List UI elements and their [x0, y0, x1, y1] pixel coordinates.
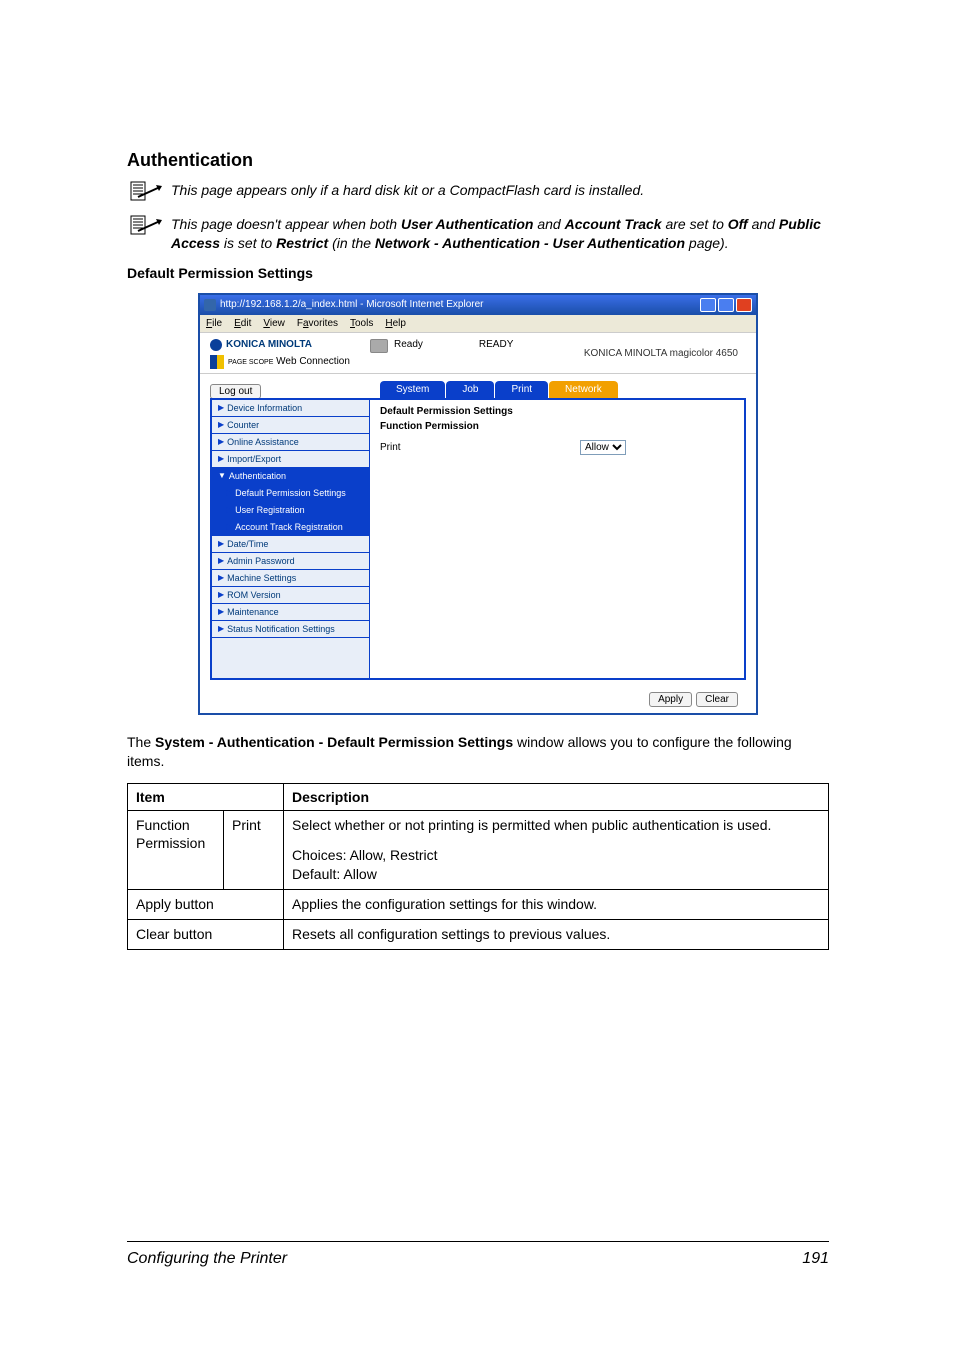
apply-button[interactable]: Apply	[649, 692, 692, 707]
cell-clear-desc: Resets all configuration settings to pre…	[284, 920, 829, 950]
tab-system[interactable]: System	[380, 381, 445, 398]
nav-default-permission[interactable]: ▶Default Permission Settings	[212, 485, 369, 502]
page-number: 191	[802, 1250, 829, 1268]
minimize-button[interactable]	[700, 298, 716, 312]
th-item: Item	[128, 783, 284, 810]
note-icon	[127, 181, 165, 203]
window-title: http://192.168.1.2/a_index.html - Micros…	[220, 299, 483, 310]
menu-help[interactable]: Help	[385, 318, 406, 329]
nav-account-track-reg[interactable]: ▶Account Track Registration	[212, 519, 369, 536]
browser-menubar: File Edit View Favorites Tools Help	[200, 315, 756, 333]
tab-print[interactable]: Print	[495, 381, 548, 398]
description-table: Item Description Function Permission Pri…	[127, 783, 829, 950]
nav-counter[interactable]: ▶Counter	[212, 417, 369, 434]
nav-date-time[interactable]: ▶Date/Time	[212, 536, 369, 553]
th-description: Description	[284, 783, 829, 810]
tab-job[interactable]: Job	[446, 381, 494, 398]
nav-maintenance[interactable]: ▶Maintenance	[212, 604, 369, 621]
nav-admin-password[interactable]: ▶Admin Password	[212, 553, 369, 570]
print-permission-select[interactable]: Allow	[580, 440, 626, 455]
nav-authentication[interactable]: ▼Authentication	[212, 468, 369, 485]
status-ready: Ready	[394, 339, 423, 350]
embedded-screenshot: http://192.168.1.2/a_index.html - Micros…	[198, 293, 758, 715]
cell-print-desc: Select whether or not printing is permit…	[284, 810, 829, 890]
cell-apply-button: Apply button	[128, 890, 284, 920]
subsection-heading: Default Permission Settings	[127, 265, 829, 281]
menu-file[interactable]: File	[206, 318, 222, 329]
content-subhead: Function Permission	[380, 421, 734, 432]
nav-machine-settings[interactable]: ▶Machine Settings	[212, 570, 369, 587]
note-1-text: This page appears only if a hard disk ki…	[165, 181, 644, 200]
nav-rom-version[interactable]: ▶ROM Version	[212, 587, 369, 604]
note-1: This page appears only if a hard disk ki…	[127, 181, 829, 203]
menu-edit[interactable]: Edit	[234, 318, 251, 329]
content-title: Default Permission Settings	[380, 406, 734, 417]
clear-button[interactable]: Clear	[696, 692, 738, 707]
printer-icon	[370, 339, 388, 353]
nav-user-registration[interactable]: ▶User Registration	[212, 502, 369, 519]
close-button[interactable]	[736, 298, 752, 312]
nav-status-notification[interactable]: ▶Status Notification Settings	[212, 621, 369, 638]
status-ready-caps: READY	[479, 339, 513, 350]
print-permission-label: Print	[380, 442, 580, 453]
nav-device-info[interactable]: ▶Device Information	[212, 400, 369, 417]
section-heading: Authentication	[127, 150, 829, 171]
brand-label: KONICA MINOLTA	[226, 339, 312, 350]
nav-import-export[interactable]: ▶Import/Export	[212, 451, 369, 468]
cell-apply-desc: Applies the configuration settings for t…	[284, 890, 829, 920]
body-paragraph: The System - Authentication - Default Pe…	[127, 733, 829, 771]
menu-tools[interactable]: Tools	[350, 318, 373, 329]
device-name: KONICA MINOLTA magicolor 4650	[584, 348, 746, 359]
window-titlebar: http://192.168.1.2/a_index.html - Micros…	[200, 295, 756, 315]
ie-icon	[204, 299, 216, 311]
menu-favorites[interactable]: Favorites	[297, 318, 338, 329]
cell-function-permission: Function Permission	[128, 810, 224, 890]
note-2: This page doesn't appear when both User …	[127, 215, 829, 253]
cell-print: Print	[224, 810, 284, 890]
nav-online-assistance[interactable]: ▶Online Assistance	[212, 434, 369, 451]
footer-rule	[127, 1241, 829, 1242]
tab-network[interactable]: Network	[549, 381, 618, 398]
km-logo-icon	[210, 339, 222, 351]
cell-clear-button: Clear button	[128, 920, 284, 950]
footer-section-title: Configuring the Printer	[127, 1250, 287, 1268]
menu-view[interactable]: View	[263, 318, 285, 329]
note-icon	[127, 215, 165, 237]
pagescope-icon	[210, 355, 224, 369]
maximize-button[interactable]	[718, 298, 734, 312]
sidebar-nav: ▶Device Information ▶Counter ▶Online Ass…	[212, 400, 370, 678]
pagescope-label: PAGE SCOPE Web Connection	[228, 356, 350, 367]
note-2-text: This page doesn't appear when both User …	[165, 215, 829, 253]
